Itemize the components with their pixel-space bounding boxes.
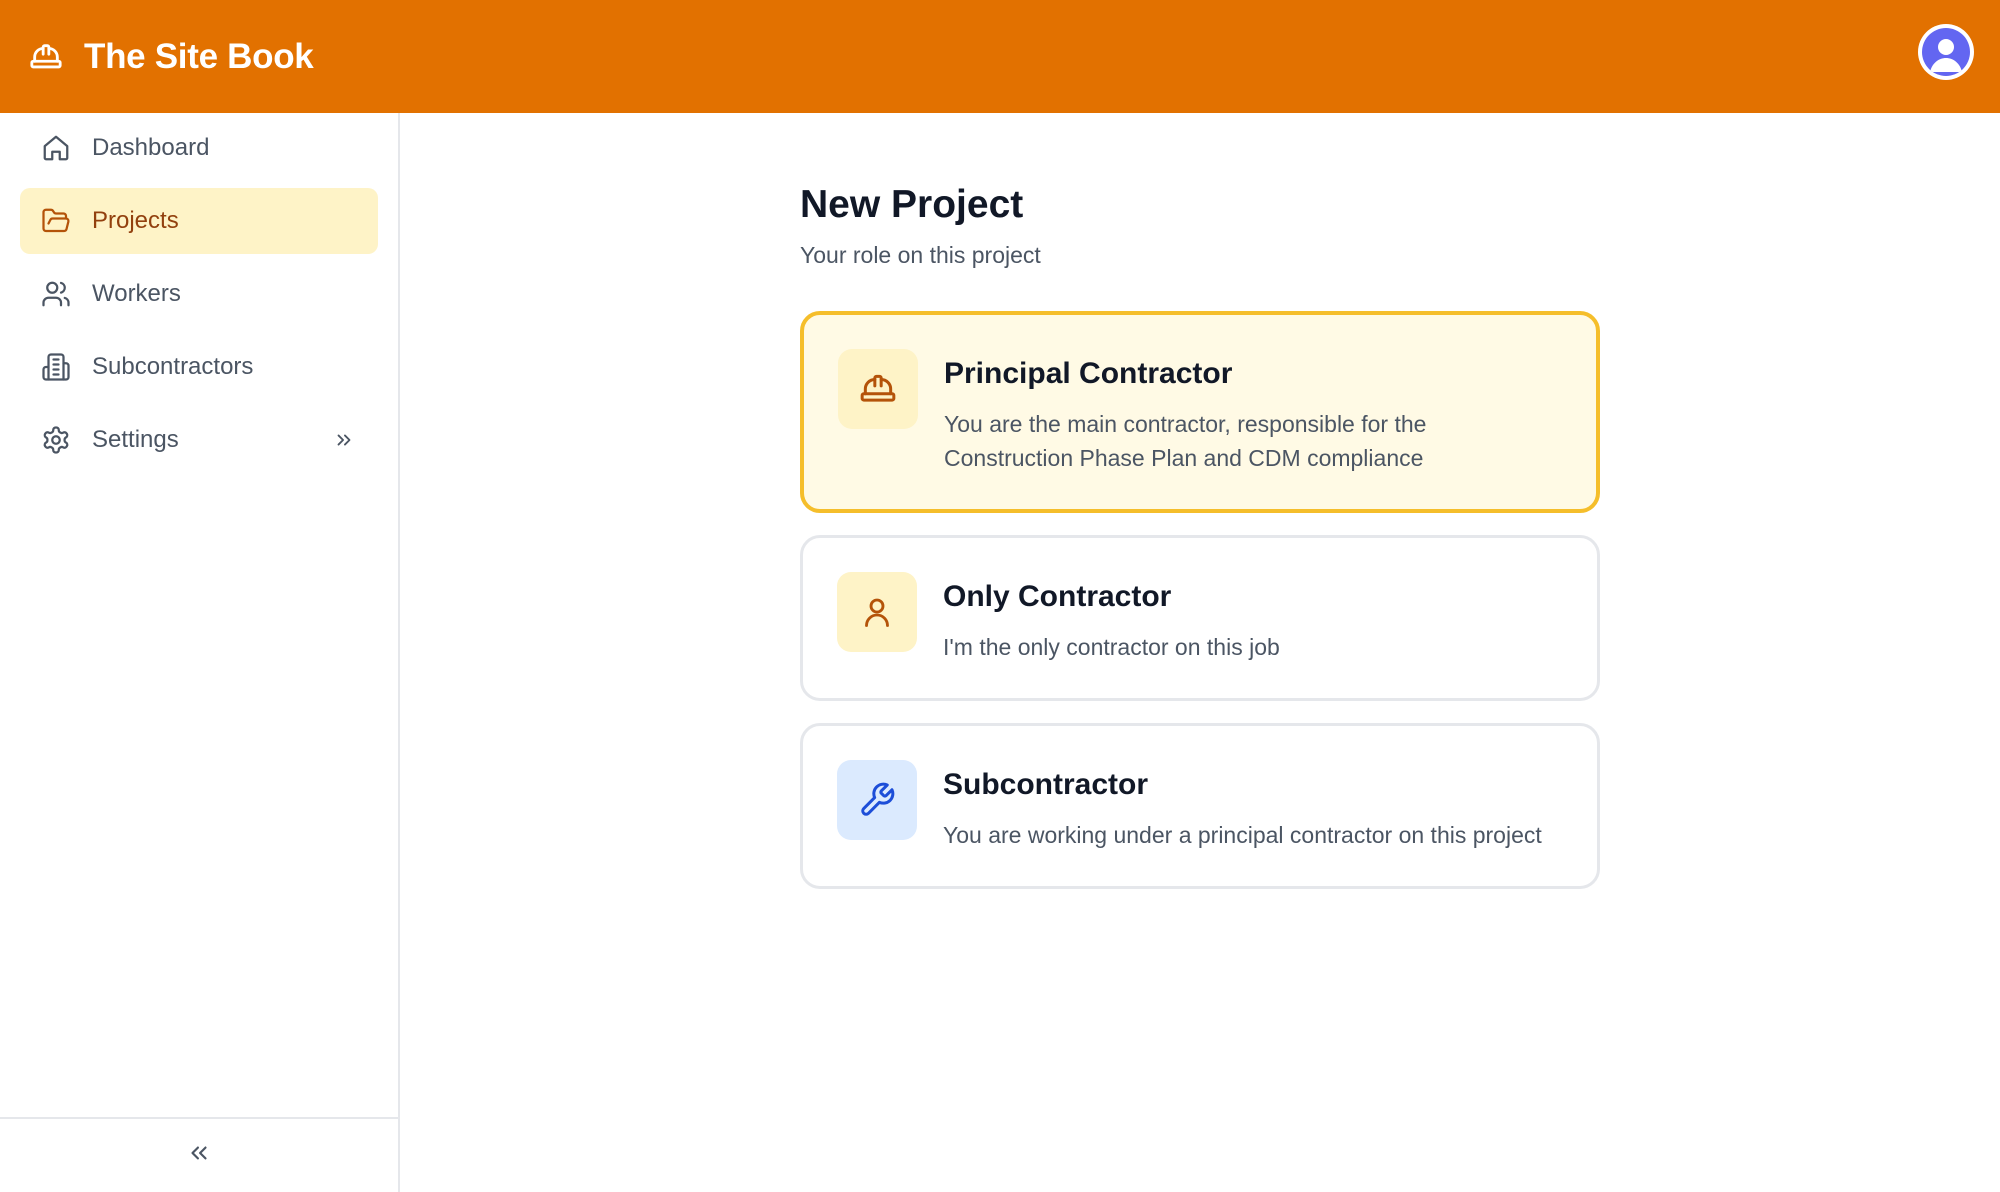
new-project-form: New Project Your role on this project Pr…	[800, 183, 1600, 889]
sidebar-nav: Dashboard Projects Workers Subcontractor…	[0, 115, 398, 473]
top-bar: The Site Book	[0, 0, 2000, 113]
hardhat-icon	[26, 40, 66, 74]
role-card-only-contractor[interactable]: Only Contractor I'm the only contractor …	[800, 534, 1600, 701]
sidebar-item-subcontractors[interactable]: Subcontractors	[20, 334, 378, 400]
users-icon	[40, 278, 72, 310]
sidebar-item-label: Settings	[92, 426, 179, 453]
hardhat-icon	[838, 348, 918, 429]
wrench-icon	[837, 759, 917, 840]
sidebar: Dashboard Projects Workers Subcontractor…	[0, 113, 400, 1192]
role-title: Subcontractor	[943, 767, 1149, 801]
main-content: New Project Your role on this project Pr…	[400, 113, 2000, 1192]
role-card-subcontractor[interactable]: Subcontractor You are working under a pr…	[800, 722, 1600, 889]
sidebar-item-workers[interactable]: Workers	[20, 261, 378, 327]
sidebar-item-label: Subcontractors	[92, 353, 254, 380]
role-options: Principal Contractor You are the main co…	[800, 310, 1600, 889]
role-title: Only Contractor	[943, 579, 1172, 613]
user-icon	[837, 571, 917, 652]
folder-open-icon	[40, 205, 72, 237]
sidebar-item-dashboard[interactable]: Dashboard	[20, 115, 378, 181]
role-description: You are working under a principal contra…	[943, 821, 1542, 848]
sidebar-item-projects[interactable]: Projects	[20, 188, 378, 254]
role-card-principal-contractor[interactable]: Principal Contractor You are the main co…	[800, 310, 1600, 513]
sidebar-item-settings[interactable]: Settings	[20, 407, 378, 473]
app-title: The Site Book	[84, 36, 314, 76]
home-icon	[40, 132, 72, 164]
sidebar-collapse-button[interactable]	[0, 1117, 398, 1192]
building-icon	[40, 351, 72, 383]
page-subtitle: Your role on this project	[800, 241, 1041, 268]
sidebar-item-label: Workers	[92, 280, 181, 307]
role-description: You are the main contractor, responsible…	[944, 410, 1427, 471]
user-avatar-icon	[1922, 28, 1970, 76]
user-avatar-button[interactable]	[1918, 24, 1974, 80]
role-description: I'm the only contractor on this job	[943, 633, 1280, 660]
sidebar-item-label: Projects	[92, 207, 179, 234]
chevrons-left-icon	[186, 1140, 212, 1171]
chevrons-right-icon[interactable]	[332, 428, 356, 452]
brand-link[interactable]: The Site Book	[26, 36, 314, 77]
gear-icon	[40, 424, 72, 456]
role-title: Principal Contractor	[944, 356, 1233, 390]
sidebar-item-label: Dashboard	[92, 134, 210, 161]
page-title: New Project	[800, 183, 1024, 226]
